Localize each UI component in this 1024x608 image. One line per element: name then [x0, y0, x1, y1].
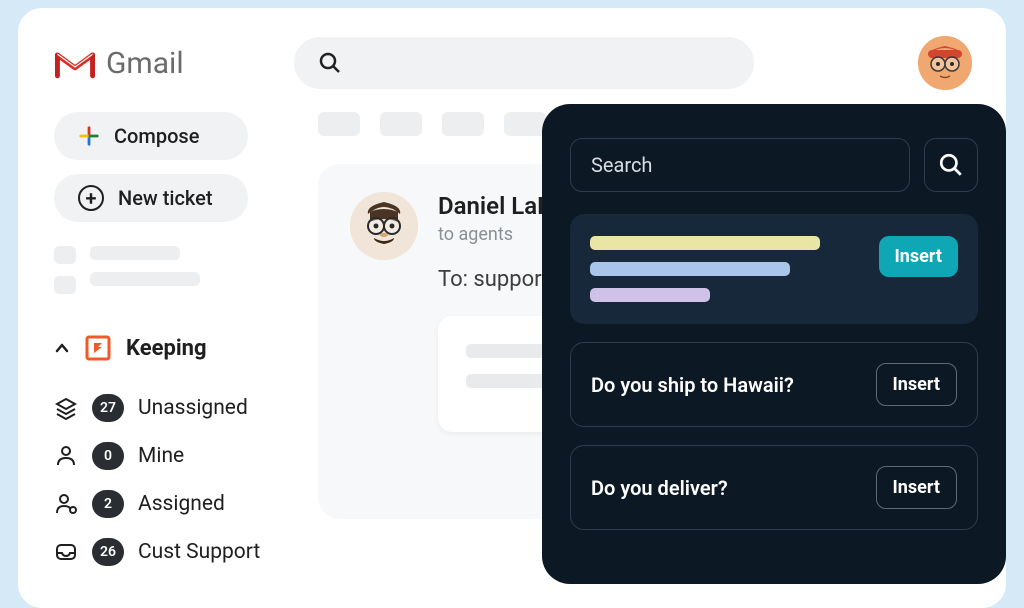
- plus-circle-icon: [78, 185, 104, 211]
- keeping-icon: [84, 334, 112, 362]
- compose-label: Compose: [114, 124, 199, 148]
- sidebar-item-assigned[interactable]: 2 Assigned: [54, 480, 294, 528]
- header: Gmail: [18, 36, 1006, 90]
- sender-avatar[interactable]: [350, 192, 418, 260]
- sidebar-item-unassigned[interactable]: 27 Unassigned: [54, 384, 294, 432]
- chevron-up-icon: [54, 340, 70, 356]
- canned-response-panel: Search Insert Do you ship to Hawaii? Ins…: [542, 104, 1006, 584]
- section-header-keeping[interactable]: Keeping: [54, 334, 294, 362]
- gmail-m-icon: [54, 47, 96, 79]
- suggestion-item[interactable]: Do you ship to Hawaii? Insert: [570, 342, 978, 427]
- app-title: Gmail: [106, 46, 184, 81]
- search-input[interactable]: [294, 37, 754, 89]
- tab-placeholder[interactable]: [380, 112, 422, 136]
- count-badge: 27: [92, 394, 124, 422]
- compose-button[interactable]: Compose: [54, 112, 248, 160]
- suggestion-preview: [590, 236, 865, 302]
- tab-placeholder[interactable]: [504, 112, 546, 136]
- sidebar-item-cust-support[interactable]: 26 Cust Support: [54, 528, 294, 576]
- placeholder-nav: [54, 246, 294, 294]
- suggestion-text: Do you deliver?: [591, 476, 862, 500]
- nav-label: Assigned: [138, 492, 225, 516]
- tab-placeholder[interactable]: [442, 112, 484, 136]
- count-badge: 0: [92, 442, 124, 470]
- popup-search-input[interactable]: Search: [570, 138, 910, 192]
- search-icon: [938, 152, 964, 178]
- sidebar: Compose New ticket: [18, 112, 318, 576]
- stack-icon: [54, 396, 78, 420]
- search-icon: [318, 51, 342, 75]
- suggestion-text: Do you ship to Hawaii?: [591, 373, 862, 397]
- count-badge: 2: [92, 490, 124, 518]
- popup-search-placeholder: Search: [591, 153, 652, 177]
- plus-multicolor-icon: [78, 125, 100, 147]
- popup-search-button[interactable]: [924, 138, 978, 192]
- nav-label: Unassigned: [138, 396, 248, 420]
- section-label: Keeping: [126, 336, 207, 361]
- insert-button[interactable]: Insert: [876, 363, 957, 406]
- suggestion-highlighted[interactable]: Insert: [570, 214, 978, 324]
- insert-button[interactable]: Insert: [876, 466, 957, 509]
- new-ticket-button[interactable]: New ticket: [54, 174, 248, 222]
- tab-placeholder[interactable]: [318, 112, 360, 136]
- insert-button-primary[interactable]: Insert: [879, 236, 958, 277]
- person-assign-icon: [54, 492, 78, 516]
- new-ticket-label: New ticket: [118, 186, 213, 210]
- sidebar-item-mine[interactable]: 0 Mine: [54, 432, 294, 480]
- person-icon: [54, 444, 78, 468]
- count-badge: 26: [92, 538, 124, 566]
- suggestion-item[interactable]: Do you deliver? Insert: [570, 445, 978, 530]
- nav-label: Cust Support: [138, 540, 260, 564]
- gmail-logo: Gmail: [54, 46, 184, 81]
- profile-avatar[interactable]: [918, 36, 972, 90]
- inbox-icon: [54, 540, 78, 564]
- nav-label: Mine: [138, 444, 184, 468]
